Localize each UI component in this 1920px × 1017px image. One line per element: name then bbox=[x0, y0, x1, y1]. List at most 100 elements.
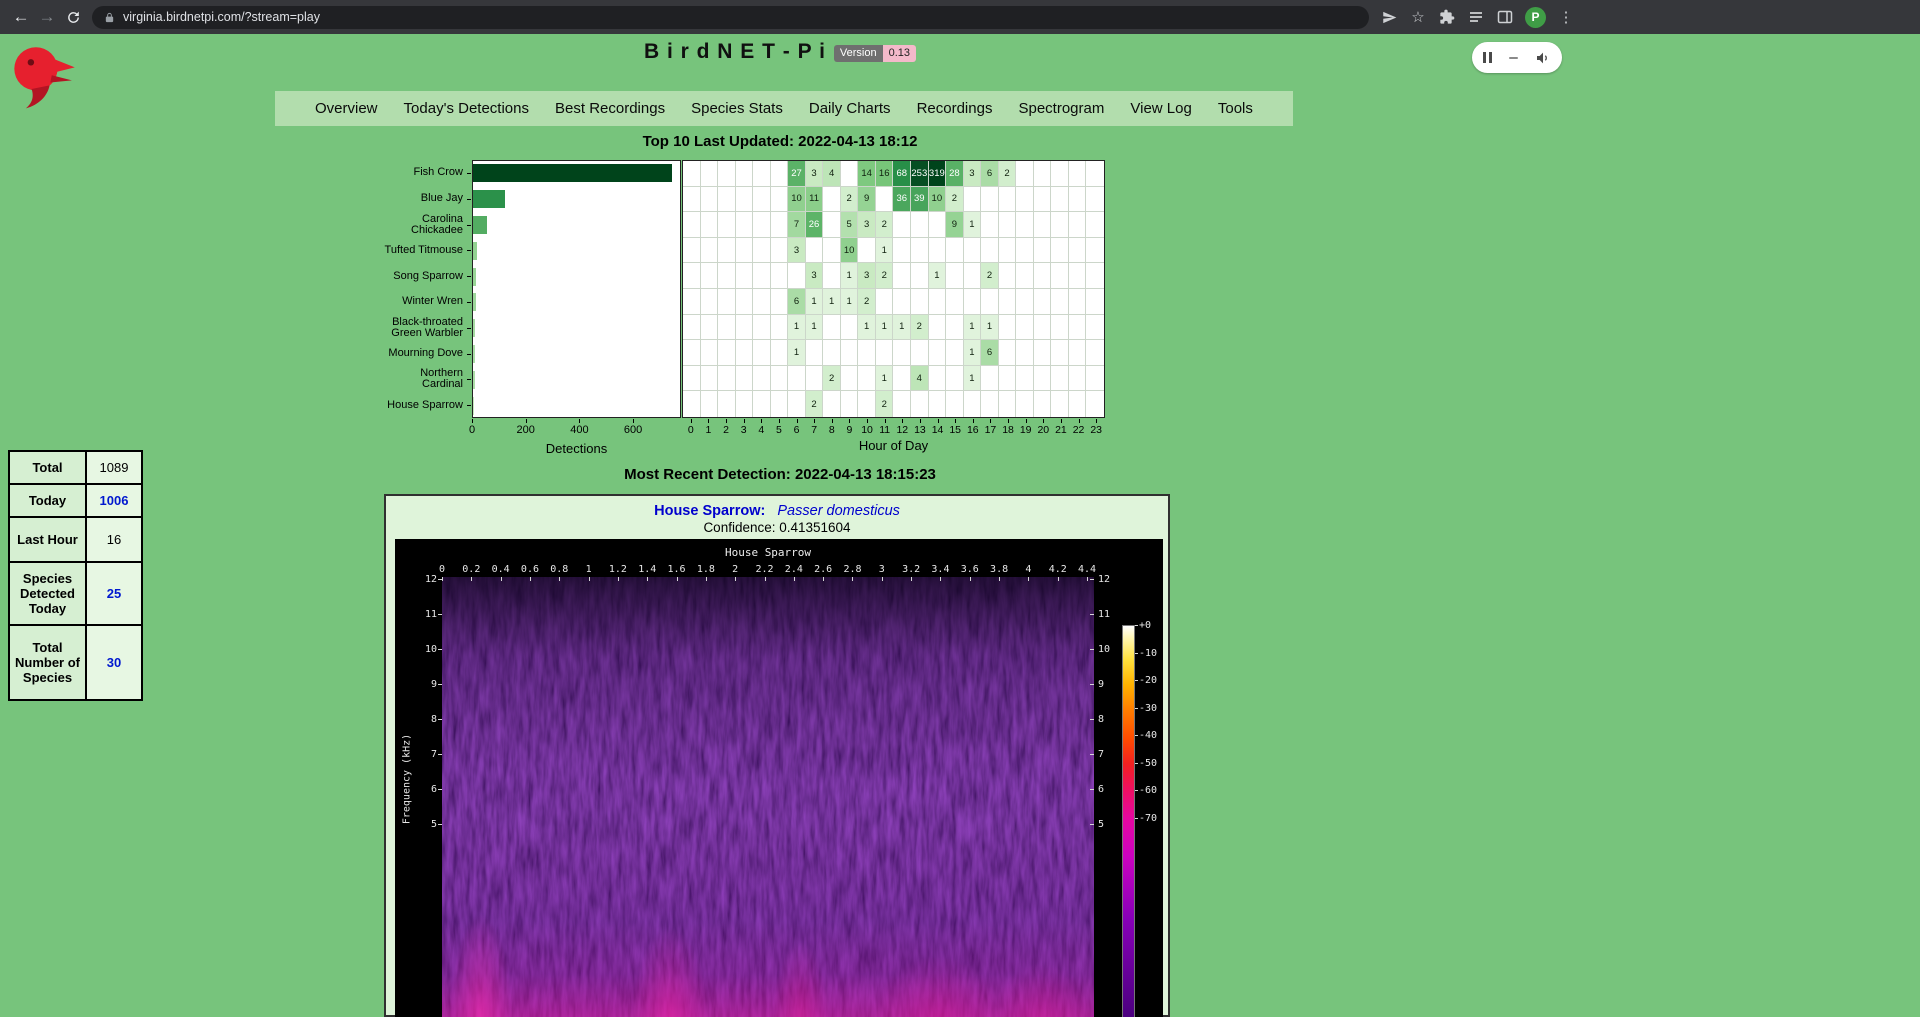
heatmap-cell bbox=[999, 289, 1017, 315]
heatmap-cell bbox=[1086, 263, 1104, 289]
heatmap-cell bbox=[736, 238, 754, 264]
heatmap-cell bbox=[753, 161, 771, 187]
stats-value-link[interactable]: 30 bbox=[86, 625, 142, 700]
speaker-icon[interactable] bbox=[1535, 50, 1551, 66]
profile-avatar[interactable]: P bbox=[1525, 7, 1546, 28]
spec-xtick-mark bbox=[735, 577, 736, 581]
seek-dash[interactable] bbox=[1509, 57, 1518, 59]
extensions-icon[interactable] bbox=[1438, 8, 1456, 26]
audio-player[interactable] bbox=[1472, 42, 1562, 73]
side-panel-icon[interactable] bbox=[1496, 8, 1514, 26]
spec-ytick-mark-left bbox=[438, 719, 442, 720]
stats-value-link[interactable]: 1006 bbox=[86, 484, 142, 517]
nav-item-daily-charts[interactable]: Daily Charts bbox=[809, 100, 891, 117]
spec-ytick-mark-right bbox=[1090, 649, 1094, 650]
heatmap-xtick-label: 7 bbox=[811, 424, 817, 436]
heatmap-xtick-label: 8 bbox=[829, 424, 835, 436]
site-title: B i r d N E T - P i bbox=[644, 40, 826, 64]
heatmap-cell bbox=[1016, 263, 1034, 289]
spec-xtick-mark bbox=[1087, 577, 1088, 581]
heatmap-xtick-label: 2 bbox=[723, 424, 729, 436]
heatmap-cell bbox=[929, 289, 947, 315]
nav-item-spectrogram[interactable]: Spectrogram bbox=[1018, 100, 1104, 117]
spec-ytick-label-left: 11 bbox=[413, 609, 437, 620]
menu-kebab-icon[interactable]: ⋮ bbox=[1557, 8, 1575, 26]
heatmap-cell: 36 bbox=[893, 187, 911, 213]
heatmap-cell: 4 bbox=[911, 366, 929, 392]
heatmap-cell bbox=[911, 212, 929, 238]
heatmap-cell bbox=[1016, 212, 1034, 238]
heatmap-cell bbox=[823, 187, 841, 213]
nav-item-recordings[interactable]: Recordings bbox=[917, 100, 993, 117]
heatmap-cell bbox=[718, 340, 736, 366]
heatmap-cell: 2 bbox=[806, 391, 824, 417]
heatmap-cell bbox=[1034, 187, 1052, 213]
heatmap-cell bbox=[823, 340, 841, 366]
heatmap-cell bbox=[718, 238, 736, 264]
forward-icon[interactable]: → bbox=[34, 4, 60, 30]
heatmap-cell: 2 bbox=[911, 315, 929, 341]
spectrogram: House Sparrow Frequency (kHz) 00.20.40.6… bbox=[395, 539, 1163, 1017]
heatmap-cell bbox=[929, 238, 947, 264]
heatmap-cell bbox=[718, 391, 736, 417]
heatmap-cell: 1 bbox=[806, 289, 824, 315]
stats-value-link[interactable]: 25 bbox=[86, 562, 142, 625]
stats-row-species-detected-today: Species Detected Today25 bbox=[9, 562, 142, 625]
pause-icon[interactable] bbox=[1483, 52, 1492, 63]
ytick-mark bbox=[467, 354, 471, 355]
heatmap-cell bbox=[701, 212, 719, 238]
heatmap-xtick-mark bbox=[1061, 419, 1062, 423]
bar-carolina-chickadee bbox=[473, 216, 487, 234]
spec-xtick-label: 2.4 bbox=[785, 564, 803, 575]
stats-label: Total Number of Species bbox=[9, 625, 86, 700]
heatmap-cell: 39 bbox=[911, 187, 929, 213]
heatmap-cell bbox=[999, 315, 1017, 341]
heatmap-cell bbox=[1051, 187, 1069, 213]
heatmap-cell: 2 bbox=[876, 212, 894, 238]
heatmap-cell bbox=[701, 340, 719, 366]
heatmap-xtick-mark bbox=[761, 419, 762, 423]
nav-item-best-recordings[interactable]: Best Recordings bbox=[555, 100, 665, 117]
back-icon[interactable]: ← bbox=[8, 4, 34, 30]
heatmap-cell bbox=[1034, 238, 1052, 264]
reading-list-icon[interactable] bbox=[1467, 8, 1485, 26]
heatmap-cell bbox=[736, 289, 754, 315]
nav-item-species-stats[interactable]: Species Stats bbox=[691, 100, 783, 117]
heatmap-cell bbox=[981, 238, 999, 264]
stats-label: Species Detected Today bbox=[9, 562, 86, 625]
bar-winter-wren bbox=[473, 293, 476, 311]
spec-xtick-mark bbox=[999, 577, 1000, 581]
heatmap-cell: 1 bbox=[788, 315, 806, 341]
url-bar[interactable]: virginia.birdnetpi.com/?stream=play bbox=[92, 6, 1369, 29]
heatmap-cell: 2 bbox=[999, 161, 1017, 187]
nav-item-tools[interactable]: Tools bbox=[1218, 100, 1253, 117]
nav-item-view-log[interactable]: View Log bbox=[1130, 100, 1191, 117]
heatmap-cell bbox=[1051, 212, 1069, 238]
spec-xtick-label: 1.4 bbox=[638, 564, 656, 575]
stats-row-total-number-of-species: Total Number of Species30 bbox=[9, 625, 142, 700]
heatmap-xtick-label: 12 bbox=[896, 424, 908, 436]
heatmap-cell bbox=[964, 187, 982, 213]
heatmap-xtick-label: 9 bbox=[847, 424, 853, 436]
spec-ytick-mark-right bbox=[1090, 614, 1094, 615]
heatmap-cell bbox=[858, 391, 876, 417]
nav-item-today-s-detections[interactable]: Today's Detections bbox=[404, 100, 529, 117]
heatmap-cell bbox=[683, 212, 701, 238]
heatmap-xtick-mark bbox=[902, 419, 903, 423]
heatmap-cell bbox=[701, 238, 719, 264]
bookmark-star-icon[interactable]: ☆ bbox=[1409, 8, 1427, 26]
heatmap-cell bbox=[771, 289, 789, 315]
detection-scientific-name[interactable]: Passer domesticus bbox=[777, 503, 900, 519]
nav-item-overview[interactable]: Overview bbox=[315, 100, 378, 117]
detection-species[interactable]: House Sparrow: bbox=[654, 503, 765, 519]
spec-xtick-mark bbox=[1058, 577, 1059, 581]
heatmap-cell bbox=[683, 238, 701, 264]
send-icon[interactable] bbox=[1380, 8, 1398, 26]
heatmap-xtick-mark bbox=[744, 419, 745, 423]
heatmap-cell bbox=[1016, 315, 1034, 341]
reload-icon[interactable] bbox=[60, 4, 86, 30]
heatmap-cell bbox=[1051, 315, 1069, 341]
ytick-mark bbox=[467, 302, 471, 303]
spec-xtick-label: 4.2 bbox=[1049, 564, 1067, 575]
detections-bar-chart bbox=[472, 160, 681, 418]
